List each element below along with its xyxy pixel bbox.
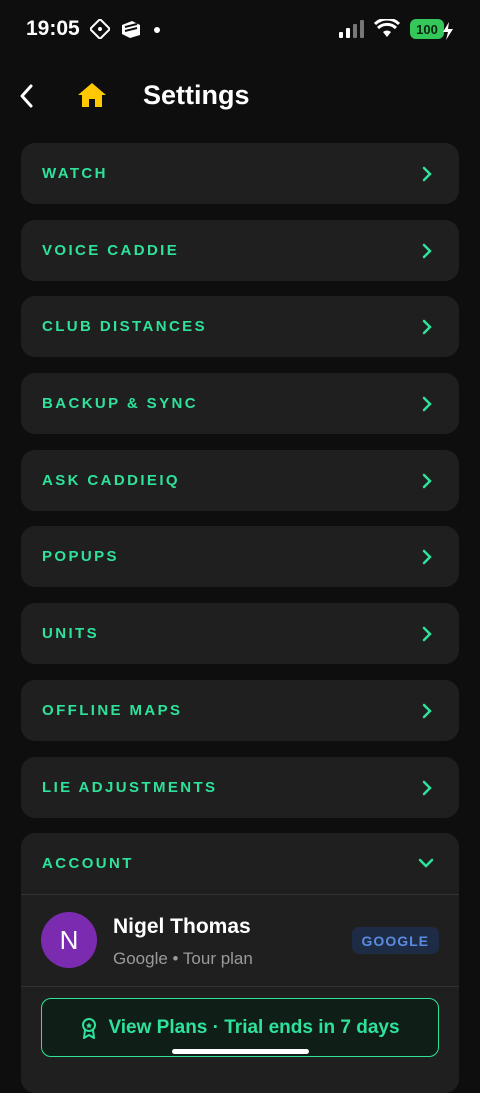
avatar-initial: N (59, 924, 79, 955)
view-plans-label: View Plans · Trial ends in 7 days (108, 1016, 400, 1038)
system-icons: 100 (338, 19, 444, 39)
menu-item-lie-adjustments[interactable]: LIE ADJUSTMENTS (21, 756, 459, 818)
menu-item-label: VOICE CADDIE (42, 241, 180, 259)
golf-app-notification-icon (122, 21, 140, 38)
chevron-right-icon (422, 626, 432, 642)
menu-item-label: OFFLINE MAPS (42, 701, 183, 719)
menu-item-label: LIE ADJUSTMENTS (42, 778, 218, 796)
account-toggle[interactable]: ACCOUNT (21, 833, 459, 894)
award-icon (82, 1017, 97, 1039)
battery-indicator: 100 (410, 19, 444, 39)
menu-item-label: WATCH (42, 165, 108, 182)
status-bar: 19:05 100 (0, 0, 480, 62)
account-label: ACCOUNT (42, 855, 134, 872)
user-plan-info: Google • Tour plan (113, 949, 253, 968)
back-arrow-icon (20, 84, 33, 108)
user-name: Nigel Thomas (113, 915, 251, 938)
chevron-right-icon (422, 396, 432, 412)
menu-item-label: CLUB DISTANCES (42, 318, 207, 336)
chevron-right-icon (422, 550, 432, 565)
chevron-right-icon (422, 166, 432, 182)
settings-menu: WATCH VOICE CADDIE CLUB DISTANCES BACKUP… (21, 143, 459, 833)
menu-item-voice-caddie[interactable]: VOICE CADDIE (21, 219, 459, 281)
notification-icons (90, 19, 162, 39)
page-title: Settings (143, 80, 250, 110)
chevron-down-icon (418, 858, 434, 868)
chevron-right-icon (422, 473, 432, 488)
avatar: N (41, 912, 97, 968)
chevron-right-icon (422, 703, 432, 719)
menu-item-club-distances[interactable]: CLUB DISTANCES (21, 296, 459, 358)
menu-item-label: POPUPS (42, 548, 119, 566)
app-header: Settings (0, 70, 480, 122)
home-indicator (172, 1049, 309, 1054)
menu-item-units[interactable]: UNITS (21, 603, 459, 665)
chevron-right-icon (422, 320, 432, 335)
wifi-icon (374, 19, 400, 37)
menu-item-watch[interactable]: WATCH (21, 143, 459, 204)
dot-icon (154, 27, 160, 33)
battery-level: 100 (416, 21, 438, 37)
provider-badge-label: GOOGLE (361, 932, 429, 949)
divider (21, 986, 459, 987)
home-button[interactable] (76, 78, 108, 112)
menu-item-popups[interactable]: POPUPS (21, 526, 459, 588)
account-section: ACCOUNT N Nigel Thomas Google • Tour pla… (21, 833, 459, 1093)
chevron-right-icon (422, 243, 432, 258)
charging-icon (443, 22, 453, 40)
chevron-right-icon (422, 780, 432, 795)
home-icon (78, 83, 106, 107)
back-button[interactable] (12, 80, 40, 112)
menu-item-offline-maps[interactable]: OFFLINE MAPS (21, 679, 459, 741)
signal-icon (339, 20, 364, 38)
provider-badge: GOOGLE (351, 927, 439, 954)
menu-item-backup-sync[interactable]: BACKUP & SYNC (21, 373, 459, 435)
divider (21, 894, 459, 895)
menu-item-label: ASK CADDIEIQ (42, 471, 180, 489)
menu-item-label: UNITS (42, 625, 99, 643)
menu-item-ask-caddieiq[interactable]: ASK CADDIEIQ (21, 449, 459, 511)
app-notification-icon (90, 19, 110, 39)
status-time: 19:05 (26, 17, 80, 40)
menu-item-label: BACKUP & SYNC (42, 395, 198, 413)
